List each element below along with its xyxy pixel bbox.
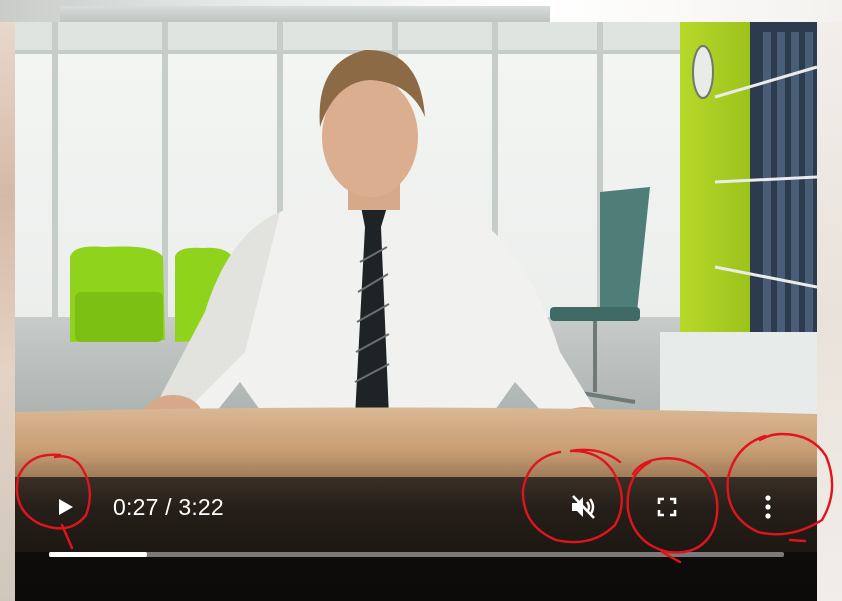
page-right-edge (817, 22, 842, 601)
play-icon (59, 499, 73, 515)
fullscreen-button[interactable] (645, 485, 689, 529)
play-button[interactable] (43, 485, 87, 529)
time-display: 0:27 / 3:22 (113, 494, 224, 520)
progress-bar[interactable] (49, 552, 784, 557)
more-vertical-icon (765, 495, 771, 519)
volume-muted-icon (572, 495, 595, 519)
page-top-strip (0, 0, 842, 22)
progress-fill (49, 552, 148, 557)
more-options-button[interactable] (746, 485, 790, 529)
page-left-edge (0, 22, 15, 601)
page-background-ledge (60, 6, 550, 22)
fullscreen-icon (657, 497, 677, 517)
video-player[interactable]: 0:27 / 3:22 (15, 22, 817, 601)
mute-button[interactable] (561, 485, 605, 529)
